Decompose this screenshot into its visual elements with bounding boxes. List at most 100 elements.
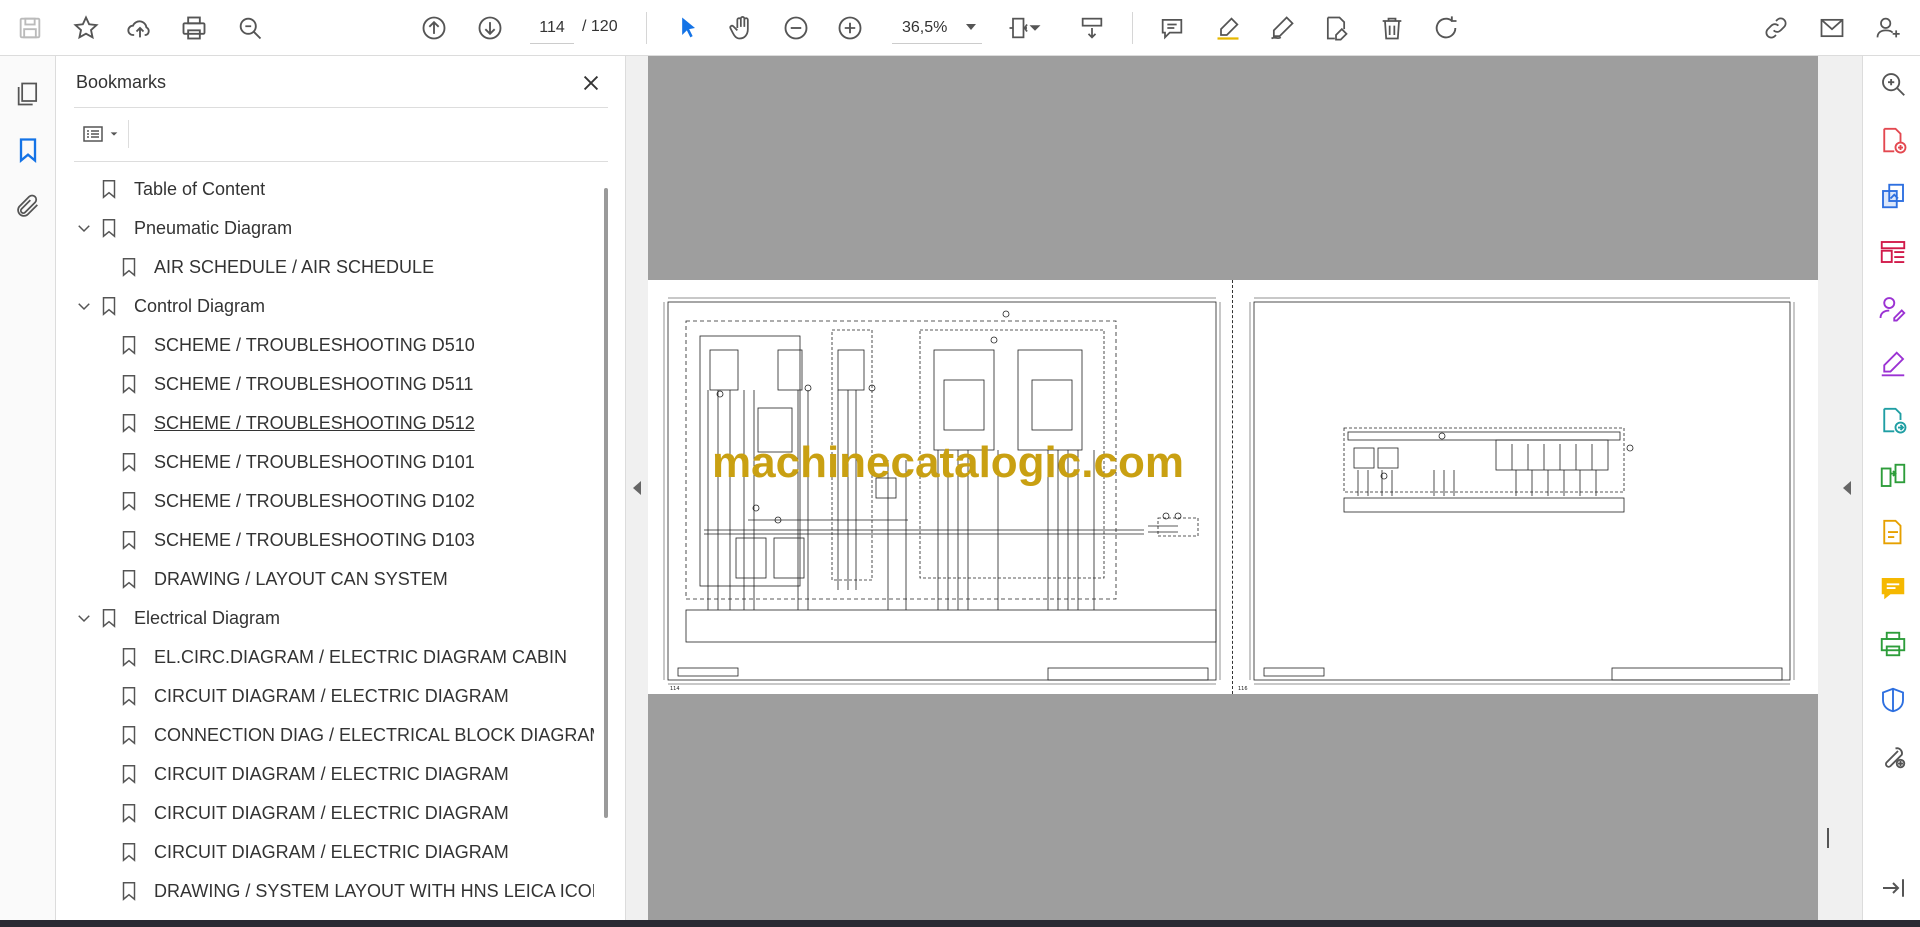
bookmark-label: SCHEME / TROUBLESHOOTING D103 [154, 529, 475, 550]
zoom-search-icon[interactable] [1873, 64, 1913, 104]
bookmark-icon [122, 726, 136, 745]
bookmarks-icon[interactable] [8, 130, 48, 170]
organize-pages-icon[interactable] [1873, 232, 1913, 272]
bookmark-item[interactable]: SCHEME / TROUBLESHOOTING D512 [118, 406, 475, 440]
add-user-icon[interactable] [1868, 8, 1908, 48]
bookmark-item[interactable]: DRAWING / SYSTEM LAYOUT WITH HNS LEICA I… [118, 874, 594, 908]
toolbar-divider [128, 120, 129, 148]
bookmark-item[interactable]: Control Diagram [98, 289, 265, 323]
toolbar-divider [1132, 12, 1133, 44]
bookmark-item[interactable]: EL.CIRC.DIAGRAM / ELECTRIC DIAGRAM CABIN [118, 640, 567, 674]
bookmark-item[interactable]: AIR SCHEDULE / AIR SCHEDULE [118, 250, 434, 284]
panel-scrollbar-thumb[interactable] [604, 188, 608, 818]
protect-shield-icon[interactable] [1873, 680, 1913, 720]
draw-pen-icon[interactable] [1262, 8, 1302, 48]
bookmark-item[interactable]: CONNECTION DIAG / ELECTRICAL BLOCK DIAGR… [118, 718, 594, 752]
print-production-icon[interactable] [1873, 624, 1913, 664]
bookmark-icon [122, 765, 136, 784]
zoom-out-icon[interactable] [776, 8, 816, 48]
bookmark-item[interactable]: Electrical Diagram [98, 601, 280, 635]
create-pdf-icon[interactable] [1873, 120, 1913, 160]
scan-ocr-icon[interactable] [1873, 512, 1913, 552]
expand-panel-icon[interactable] [1873, 868, 1913, 908]
bookmark-label: Table of Content [134, 178, 266, 199]
print-icon[interactable] [174, 8, 214, 48]
chevron-down-icon [110, 132, 118, 136]
bookmark-item[interactable]: SCHEME / TROUBLESHOOTING D510 [118, 328, 475, 362]
bookmark-label: EL.CIRC.DIAGRAM / ELECTRIC DIAGRAM CABIN [154, 646, 568, 667]
compare-files-icon[interactable] [1873, 456, 1913, 496]
chevron-down-icon [966, 24, 976, 30]
bookmark-item[interactable]: SCHEME / TROUBLESHOOTING D101 [118, 445, 475, 479]
attachments-icon[interactable] [8, 186, 48, 226]
zoom-value: 36,5% [902, 18, 948, 36]
bookmark-item[interactable]: SCHEME / TROUBLESHOOTING D102 [118, 484, 475, 518]
select-cursor-icon[interactable] [668, 8, 708, 48]
bookmark-label: CIRCUIT DIAGRAM / ELECTRIC DIAGRAM [154, 802, 509, 823]
export-pdf-icon[interactable] [1873, 400, 1913, 440]
zoom-level-select[interactable]: 36,5% [892, 12, 982, 44]
comment-tool-icon[interactable] [1873, 568, 1913, 608]
bookmark-icon [122, 453, 136, 472]
bookmark-item[interactable]: SCHEME / TROUBLESHOOTING D103 [118, 523, 475, 557]
request-signatures-icon[interactable] [1873, 288, 1913, 328]
scroll-mode-icon[interactable] [1072, 8, 1112, 48]
next-page-icon[interactable] [470, 8, 510, 48]
highlighter-icon[interactable] [1208, 8, 1248, 48]
collapse-left-panel-button[interactable] [626, 56, 648, 920]
close-icon[interactable] [576, 68, 606, 98]
bookmark-label: CONNECTION DIAG / ELECTRICAL BLOCK DIAGR… [154, 724, 594, 745]
chevron-down-icon[interactable] [74, 218, 94, 238]
upload-cloud-icon[interactable] [120, 8, 160, 48]
chevron-down-icon[interactable] [74, 608, 94, 628]
fill-sign-icon[interactable] [1873, 344, 1913, 384]
page-thumbnails-icon[interactable] [8, 74, 48, 114]
toolbar-divider [646, 12, 647, 44]
bookmark-item[interactable]: Table of Content [98, 172, 265, 206]
edit-text-icon[interactable] [1316, 8, 1356, 48]
more-tools-icon[interactable] [1873, 736, 1913, 776]
previous-page-icon[interactable] [414, 8, 454, 48]
bookmark-icon [122, 336, 136, 355]
bookmark-label: SCHEME / TROUBLESHOOTING D511 [154, 373, 474, 394]
bookmark-item[interactable]: Pneumatic Diagram [98, 211, 292, 245]
bookmark-icon [102, 219, 116, 238]
zoom-in-icon[interactable] [830, 8, 870, 48]
bookmark-label: CIRCUIT DIAGRAM / ELECTRIC DIAGRAM [154, 685, 509, 706]
bookmark-item[interactable]: SCHEME / TROUBLESHOOTING D511 [118, 367, 473, 401]
bookmark-icon [122, 804, 136, 823]
bookmark-icon [122, 882, 136, 901]
bookmark-item[interactable]: CIRCUIT DIAGRAM / ELECTRIC DIAGRAM [118, 835, 509, 869]
star-icon[interactable] [66, 8, 106, 48]
bookmark-item[interactable]: CIRCUIT DIAGRAM / ELECTRIC DIAGRAM [118, 757, 509, 791]
rotate-icon[interactable] [1426, 8, 1466, 48]
page-total: / 120 [582, 18, 618, 35]
search-zoom-icon[interactable] [230, 8, 270, 48]
collapse-right-panel-button[interactable] [1832, 56, 1862, 920]
document-scrollbar[interactable] [1818, 56, 1832, 920]
bookmark-icon [122, 414, 136, 433]
top-toolbar: / 120 36,5% [0, 0, 1920, 56]
bookmark-label: CIRCUIT DIAGRAM / ELECTRIC DIAGRAM [154, 763, 509, 784]
chevron-down-icon[interactable] [1024, 8, 1046, 48]
bookmark-options-button[interactable] [74, 116, 126, 152]
combine-files-icon[interactable] [1873, 176, 1913, 216]
delete-trash-icon[interactable] [1372, 8, 1412, 48]
share-link-icon[interactable] [1756, 8, 1796, 48]
left-nav-rail [0, 56, 56, 920]
document-canvas[interactable]: 114 116 [648, 56, 1818, 920]
bookmark-item[interactable]: CIRCUIT DIAGRAM / ELECTRIC DIAGRAM [118, 796, 509, 830]
hand-tool-icon[interactable] [722, 8, 762, 48]
bookmark-item[interactable]: DRAWING / LAYOUT CAN SYSTEM [118, 562, 448, 596]
document-scrollbar-thumb[interactable] [1827, 828, 1829, 848]
bookmark-label: SCHEME / TROUBLESHOOTING D510 [154, 334, 475, 355]
email-icon[interactable] [1812, 8, 1852, 48]
chevron-down-icon[interactable] [74, 296, 94, 316]
page-number-input[interactable] [530, 12, 574, 44]
watermark-text: machinecatalogic.com [712, 438, 1184, 487]
bookmark-icon [102, 609, 116, 628]
bookmark-item[interactable]: CIRCUIT DIAGRAM / ELECTRIC DIAGRAM [118, 679, 509, 713]
save-icon[interactable] [10, 8, 50, 48]
comment-icon[interactable] [1152, 8, 1192, 48]
panel-divider [74, 107, 608, 108]
